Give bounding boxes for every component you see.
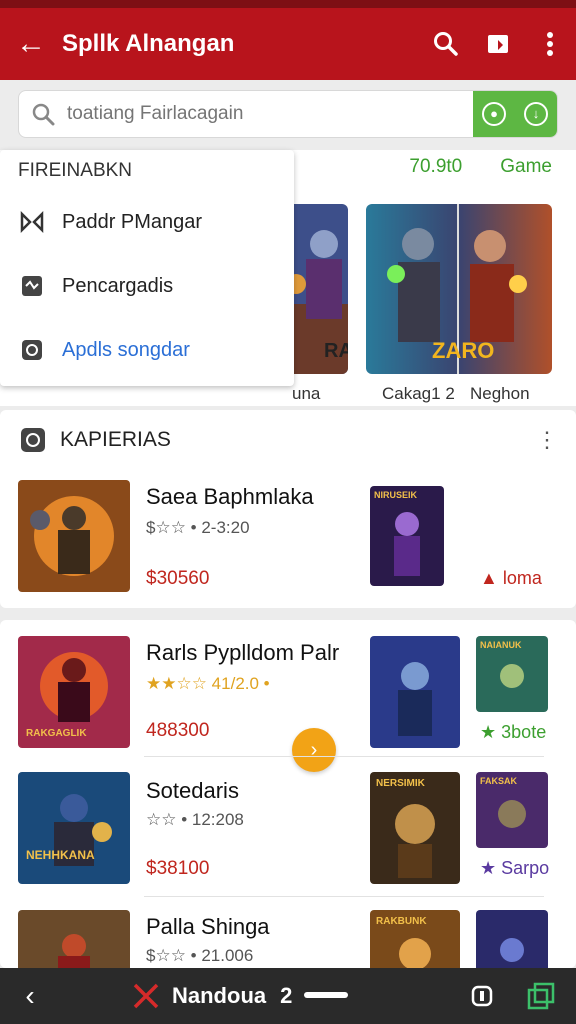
list-item[interactable]: NEHHKANA Sotedaris ☆☆ • 12:208 $38100 NE… [0, 770, 576, 908]
game-tag: ★ 3bote [480, 722, 546, 743]
status-bar [0, 0, 576, 8]
category-icon [21, 428, 45, 452]
search-bar: ● ↓ [18, 90, 558, 138]
thumb-label: NERSIMIK [376, 778, 425, 789]
refresh-icon [18, 336, 46, 364]
download-icon [18, 272, 46, 300]
game-rating: $☆☆ • 2-3:20 [146, 518, 250, 537]
game-tag: ★ Sarpo [480, 858, 549, 879]
game-price: $38100 [146, 858, 210, 879]
menu-item[interactable]: Apdls songdar [0, 318, 294, 382]
page-title: Spllk Alnangan [62, 30, 235, 57]
featured-banner-2[interactable]: ZARO [366, 204, 552, 374]
divider [144, 756, 544, 757]
featured-stat: 70.9t0 [409, 156, 463, 177]
game-tag-label: loma [502, 568, 542, 588]
more-vert-icon[interactable] [524, 8, 576, 80]
download-circle-icon[interactable]: ↓ [524, 102, 548, 126]
game-thumbnail[interactable]: NEHHKANA [18, 772, 130, 884]
caption: una [292, 384, 321, 403]
list-item[interactable]: RAKGAGLIK Rarls Pyplldom Palr ★★☆☆ 41/2.… [0, 634, 576, 772]
list-item[interactable]: Palla Shinga $☆☆ • 21.006 RAKBUNK [0, 908, 576, 968]
menu-item-label: Pencargadis [62, 274, 174, 297]
next-fab[interactable]: › [292, 728, 336, 772]
game-tag-label: 3bote [501, 722, 547, 742]
game-rating: $☆☆ • 21.006 [146, 946, 254, 965]
thumb-label: NAIANUK [480, 640, 522, 650]
game-thumbnail-small[interactable] [370, 636, 460, 748]
caption: Cakag1 2 [382, 384, 455, 403]
game-price: $30560 [146, 568, 210, 589]
app-bar: ← Spllk Alnangan [0, 8, 576, 80]
thumb-label: FAKSAK [480, 776, 518, 786]
tab-game[interactable]: Game [500, 156, 552, 178]
game-price: 488300 [146, 720, 210, 741]
gamepad-icon [18, 208, 46, 236]
recents-icon[interactable] [462, 968, 502, 1024]
menu-item-label: Paddr PMangar [62, 210, 203, 233]
banner-text: RA [324, 340, 348, 362]
thumb-label: RAKGAGLIK [26, 728, 87, 739]
section-title: KAPIERIAS [60, 428, 171, 451]
search-icon[interactable] [420, 8, 472, 80]
game-thumbnail[interactable] [18, 480, 130, 592]
multitask-icon[interactable] [516, 968, 566, 1024]
game-tag: ▲ loma [480, 568, 542, 589]
nav-label-suffix: 2 [280, 983, 293, 1008]
game-thumbnail[interactable] [18, 910, 130, 968]
menu-item-label: Apdls songdar [62, 338, 190, 361]
dropdown-menu: FIREINABKN Paddr PMangar Pencargadis Apd… [0, 150, 294, 386]
nav-label: Nandoua [172, 983, 267, 1008]
featured-banner-1[interactable]: RA [286, 204, 348, 374]
star-icon: ★ [480, 722, 497, 742]
thumb-label: NEHHKANA [26, 848, 95, 862]
bottom-nav-bar: ‹ Nandoua 2 [0, 968, 576, 1024]
thumb-label: RAKBUNK [376, 916, 427, 927]
game-title: Saea Baphmlaka [146, 484, 314, 509]
more-vert-icon[interactable]: ⋮ [536, 427, 558, 453]
search-icon [19, 102, 67, 126]
list-item[interactable]: Saea Baphmlaka $☆☆ • 2-3:20 $30560 NIRUS… [0, 478, 576, 616]
game-tag-label: Sarpo [501, 858, 550, 878]
search-action-group: ● ↓ [473, 91, 557, 137]
game-title: Rarls Pyplldom Palr [146, 640, 340, 665]
game-thumbnail-small[interactable]: RAKBUNK [370, 910, 460, 968]
game-thumbnail-small[interactable]: NIRUSEIK [370, 486, 444, 586]
star-icon: ★ [480, 858, 497, 878]
back-icon[interactable]: ‹ [0, 968, 60, 1024]
game-title: Palla Shinga [146, 914, 270, 939]
game-thumbnail-small[interactable]: NERSIMIK [370, 772, 460, 884]
close-x-icon[interactable] [126, 968, 166, 1024]
banner-text: ZARO [432, 338, 495, 363]
divider [144, 896, 544, 897]
game-rating: ★★☆☆ 41/2.0 • [146, 674, 270, 693]
voice-icon[interactable]: ● [482, 102, 506, 126]
search-input[interactable] [67, 103, 473, 125]
menu-item[interactable]: Paddr PMangar [0, 190, 294, 254]
game-thumbnail-small[interactable] [476, 910, 548, 968]
game-thumbnail[interactable]: RAKGAGLIK [18, 636, 130, 748]
home-pill-icon[interactable] [300, 968, 352, 1024]
caption: Neghon [470, 384, 530, 403]
dropdown-header: FIREINABKN [18, 160, 133, 181]
bookmark-icon[interactable] [472, 8, 524, 80]
thumb-label: NIRUSEIK [374, 490, 418, 500]
menu-item[interactable]: Pencargadis [0, 254, 294, 318]
game-thumbnail-small[interactable]: NAIANUK [476, 636, 548, 712]
game-title: Sotedaris [146, 778, 239, 803]
person-icon: ▲ [480, 568, 498, 588]
back-arrow-icon[interactable]: ← [0, 8, 62, 80]
game-thumbnail-small[interactable]: FAKSAK [476, 772, 548, 848]
game-rating: ☆☆ • 12:208 [146, 810, 244, 829]
